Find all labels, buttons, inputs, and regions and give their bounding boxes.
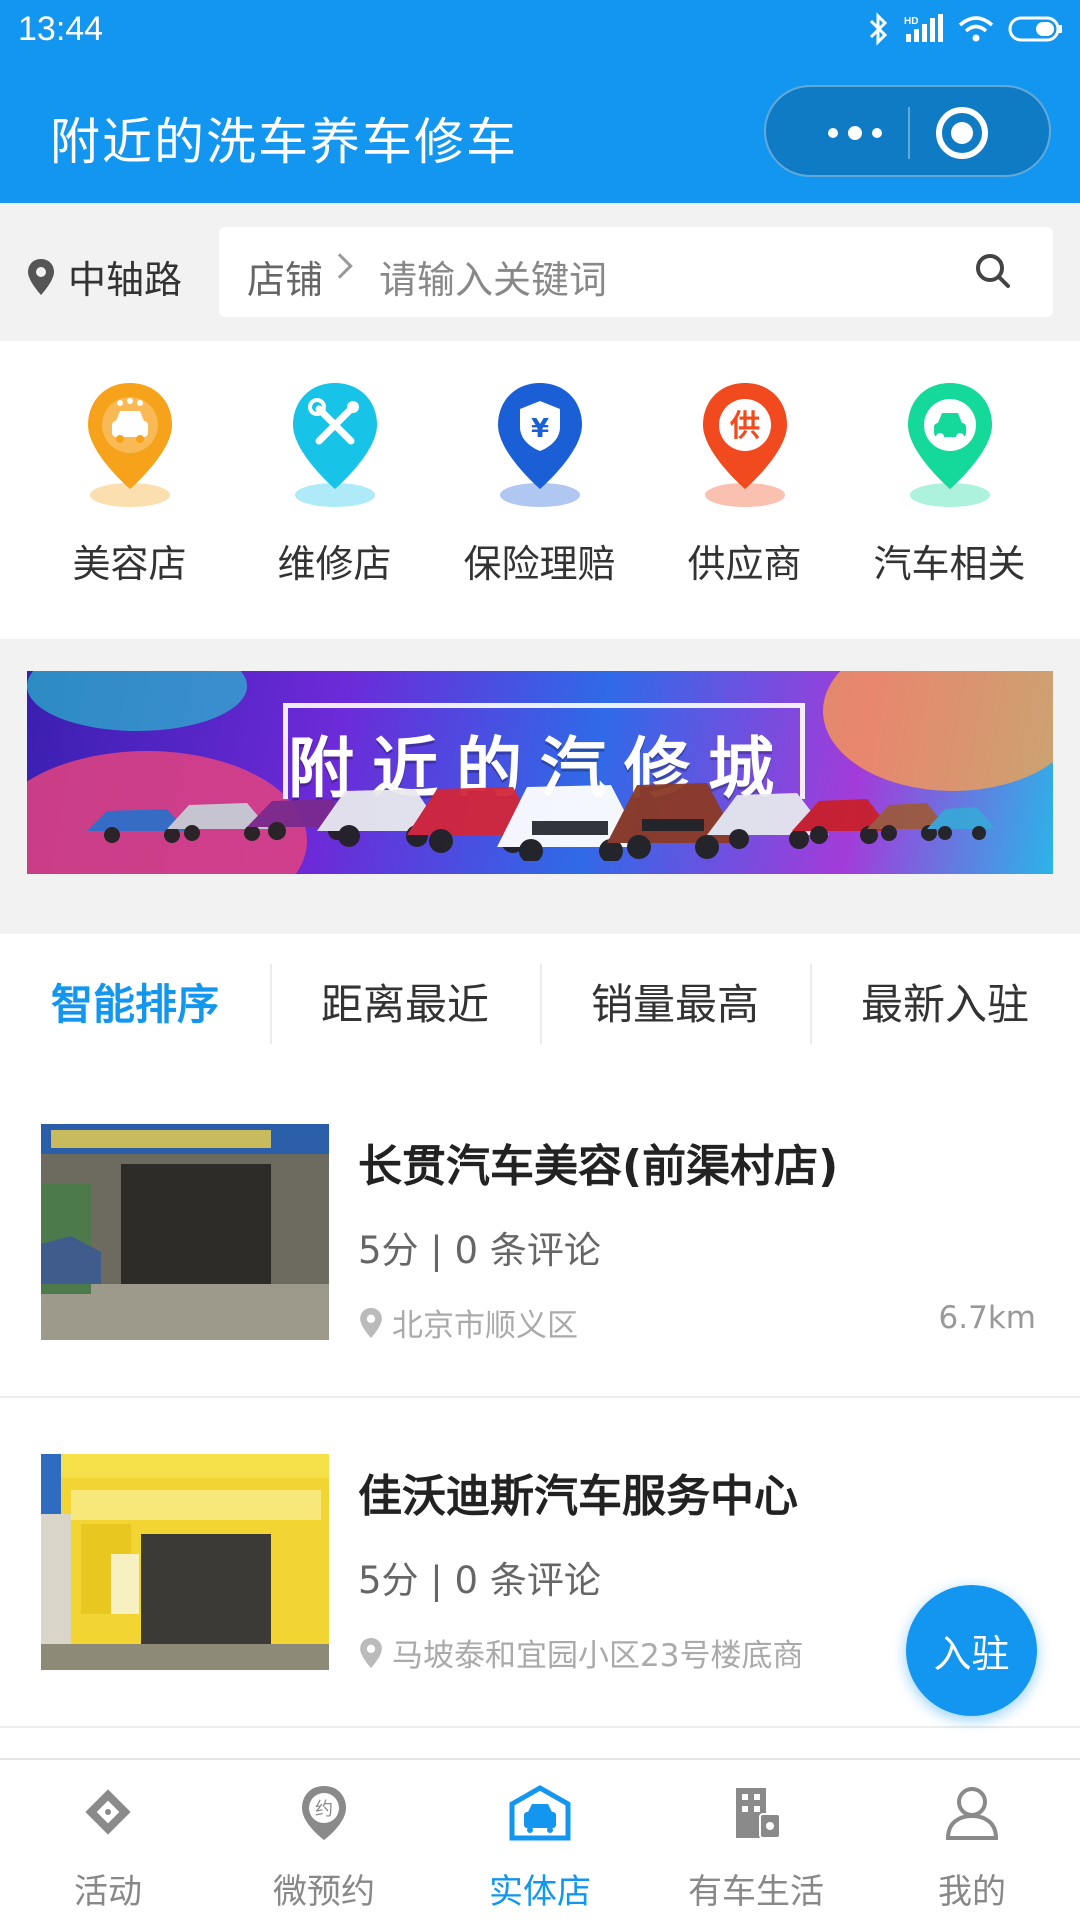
promo-banner[interactable]: 附近的汽修城	[27, 671, 1053, 874]
category-label: 保险理赔	[463, 542, 616, 586]
insurance-shield-icon: ¥	[497, 383, 582, 507]
cars-illustration	[87, 783, 995, 861]
appointment-icon: 约	[302, 1786, 346, 1840]
profile-icon	[945, 1787, 999, 1840]
shop-address-text: 北京市顺义区	[392, 1308, 578, 1344]
location-label: 中轴路	[68, 258, 183, 302]
svg-text:供: 供	[729, 409, 760, 444]
shop-distance: 6.7km	[938, 1300, 1036, 1336]
app-header: 13:44 HD 附近的洗车养车修车	[0, 0, 1080, 203]
car-related-icon	[907, 383, 992, 507]
location-selector[interactable]: 中轴路	[28, 249, 182, 304]
chevron-right-icon	[327, 253, 353, 279]
nav-activity[interactable]: 活动	[0, 1760, 216, 1920]
more-menu-button[interactable]	[802, 87, 908, 179]
svg-text:HD: HD	[904, 16, 918, 27]
tab-best-selling[interactable]: 销量最高	[540, 934, 810, 1068]
location-pin-icon	[360, 1307, 382, 1338]
category-car-related[interactable]: 汽车相关	[847, 341, 1052, 639]
miniprogram-capsule	[764, 85, 1051, 177]
status-bar: 13:44 HD	[0, 0, 1080, 62]
nav-store[interactable]: 实体店	[432, 1760, 648, 1920]
bottom-nav: 活动 约 微预约 实体店 有车生活 我的	[0, 1758, 1080, 1920]
location-pin-icon	[28, 258, 54, 295]
capsule-divider	[908, 107, 910, 159]
shop-address: 马坡泰和宜园小区23号楼底商	[360, 1630, 803, 1675]
shop-rating: 5分 | 0 条评论	[358, 1559, 601, 1602]
tab-newest[interactable]: 最新入驻	[810, 934, 1080, 1068]
repair-tools-icon	[292, 383, 377, 507]
close-miniprogram-button[interactable]	[936, 107, 988, 159]
shop-photo	[41, 1454, 329, 1670]
status-icons: HD	[868, 12, 1064, 46]
svg-text:约: 约	[315, 1799, 333, 1820]
activity-icon	[85, 1789, 131, 1835]
category-label: 供应商	[687, 542, 802, 586]
shop-rating: 5分 | 0 条评论	[358, 1229, 601, 1272]
banner-section: 附近的汽修城	[0, 639, 1080, 934]
page-title: 附近的洗车养车修车	[50, 113, 518, 171]
sort-tabs: 智能排序 距离最近 销量最高 最新入驻	[0, 934, 1080, 1068]
nav-label: 我的	[938, 1872, 1006, 1912]
category-insurance[interactable]: ¥ 保险理赔	[437, 341, 642, 639]
search-icon[interactable]	[973, 251, 1013, 291]
list-item[interactable]: 长贯汽车美容(前渠村店) 5分 | 0 条评论 北京市顺义区 6.7km	[0, 1068, 1080, 1398]
bluetooth-icon	[869, 12, 888, 46]
category-label: 美容店	[72, 542, 187, 586]
svg-text:¥: ¥	[530, 414, 548, 444]
join-button[interactable]: 入驻	[906, 1585, 1037, 1716]
category-grid: 美容店 维修店 ¥ 保险理赔 供 供应商 汽车相关	[0, 341, 1080, 639]
search-box[interactable]: 店铺 请输入关键词	[219, 227, 1053, 317]
nav-car-life[interactable]: 有车生活	[648, 1760, 864, 1920]
tab-nearest[interactable]: 距离最近	[270, 934, 540, 1068]
car-life-icon	[736, 1788, 781, 1839]
shop-photo	[41, 1124, 329, 1340]
shop-name: 佳沃迪斯汽车服务中心	[358, 1471, 798, 1522]
tab-smart-sort[interactable]: 智能排序	[0, 934, 270, 1068]
category-label: 汽车相关	[873, 542, 1026, 586]
battery-icon	[1008, 16, 1062, 42]
more-dot-icon	[828, 128, 838, 138]
signal-icon: HD	[904, 14, 943, 42]
nav-profile[interactable]: 我的	[864, 1760, 1080, 1920]
shop-name: 长贯汽车美容(前渠村店)	[358, 1141, 839, 1192]
search-row: 中轴路 店铺 请输入关键词	[0, 203, 1080, 341]
category-repair-shop[interactable]: 维修店	[232, 341, 437, 639]
nav-label: 有车生活	[688, 1872, 824, 1912]
supplier-icon: 供	[702, 383, 787, 507]
location-pin-icon	[360, 1637, 382, 1668]
category-supplier[interactable]: 供 供应商	[642, 341, 847, 639]
more-dot-icon	[848, 126, 862, 140]
nav-label: 微预约	[273, 1872, 375, 1912]
store-icon	[509, 1785, 571, 1841]
shop-address: 北京市顺义区	[360, 1300, 578, 1345]
category-beauty-shop[interactable]: 美容店	[27, 341, 232, 639]
status-time: 13:44	[18, 10, 104, 48]
search-input[interactable]: 请输入关键词	[379, 249, 607, 304]
more-dot-icon	[872, 128, 882, 138]
nav-label: 实体店	[489, 1872, 591, 1912]
nav-appointment[interactable]: 约 微预约	[216, 1760, 432, 1920]
wifi-icon	[958, 16, 994, 42]
nav-label: 活动	[74, 1872, 142, 1912]
shop-address-text: 马坡泰和宜园小区23号楼底商	[392, 1638, 804, 1674]
car-wash-icon	[87, 383, 172, 507]
category-label: 维修店	[277, 542, 392, 586]
search-scope[interactable]: 店铺	[247, 249, 323, 304]
